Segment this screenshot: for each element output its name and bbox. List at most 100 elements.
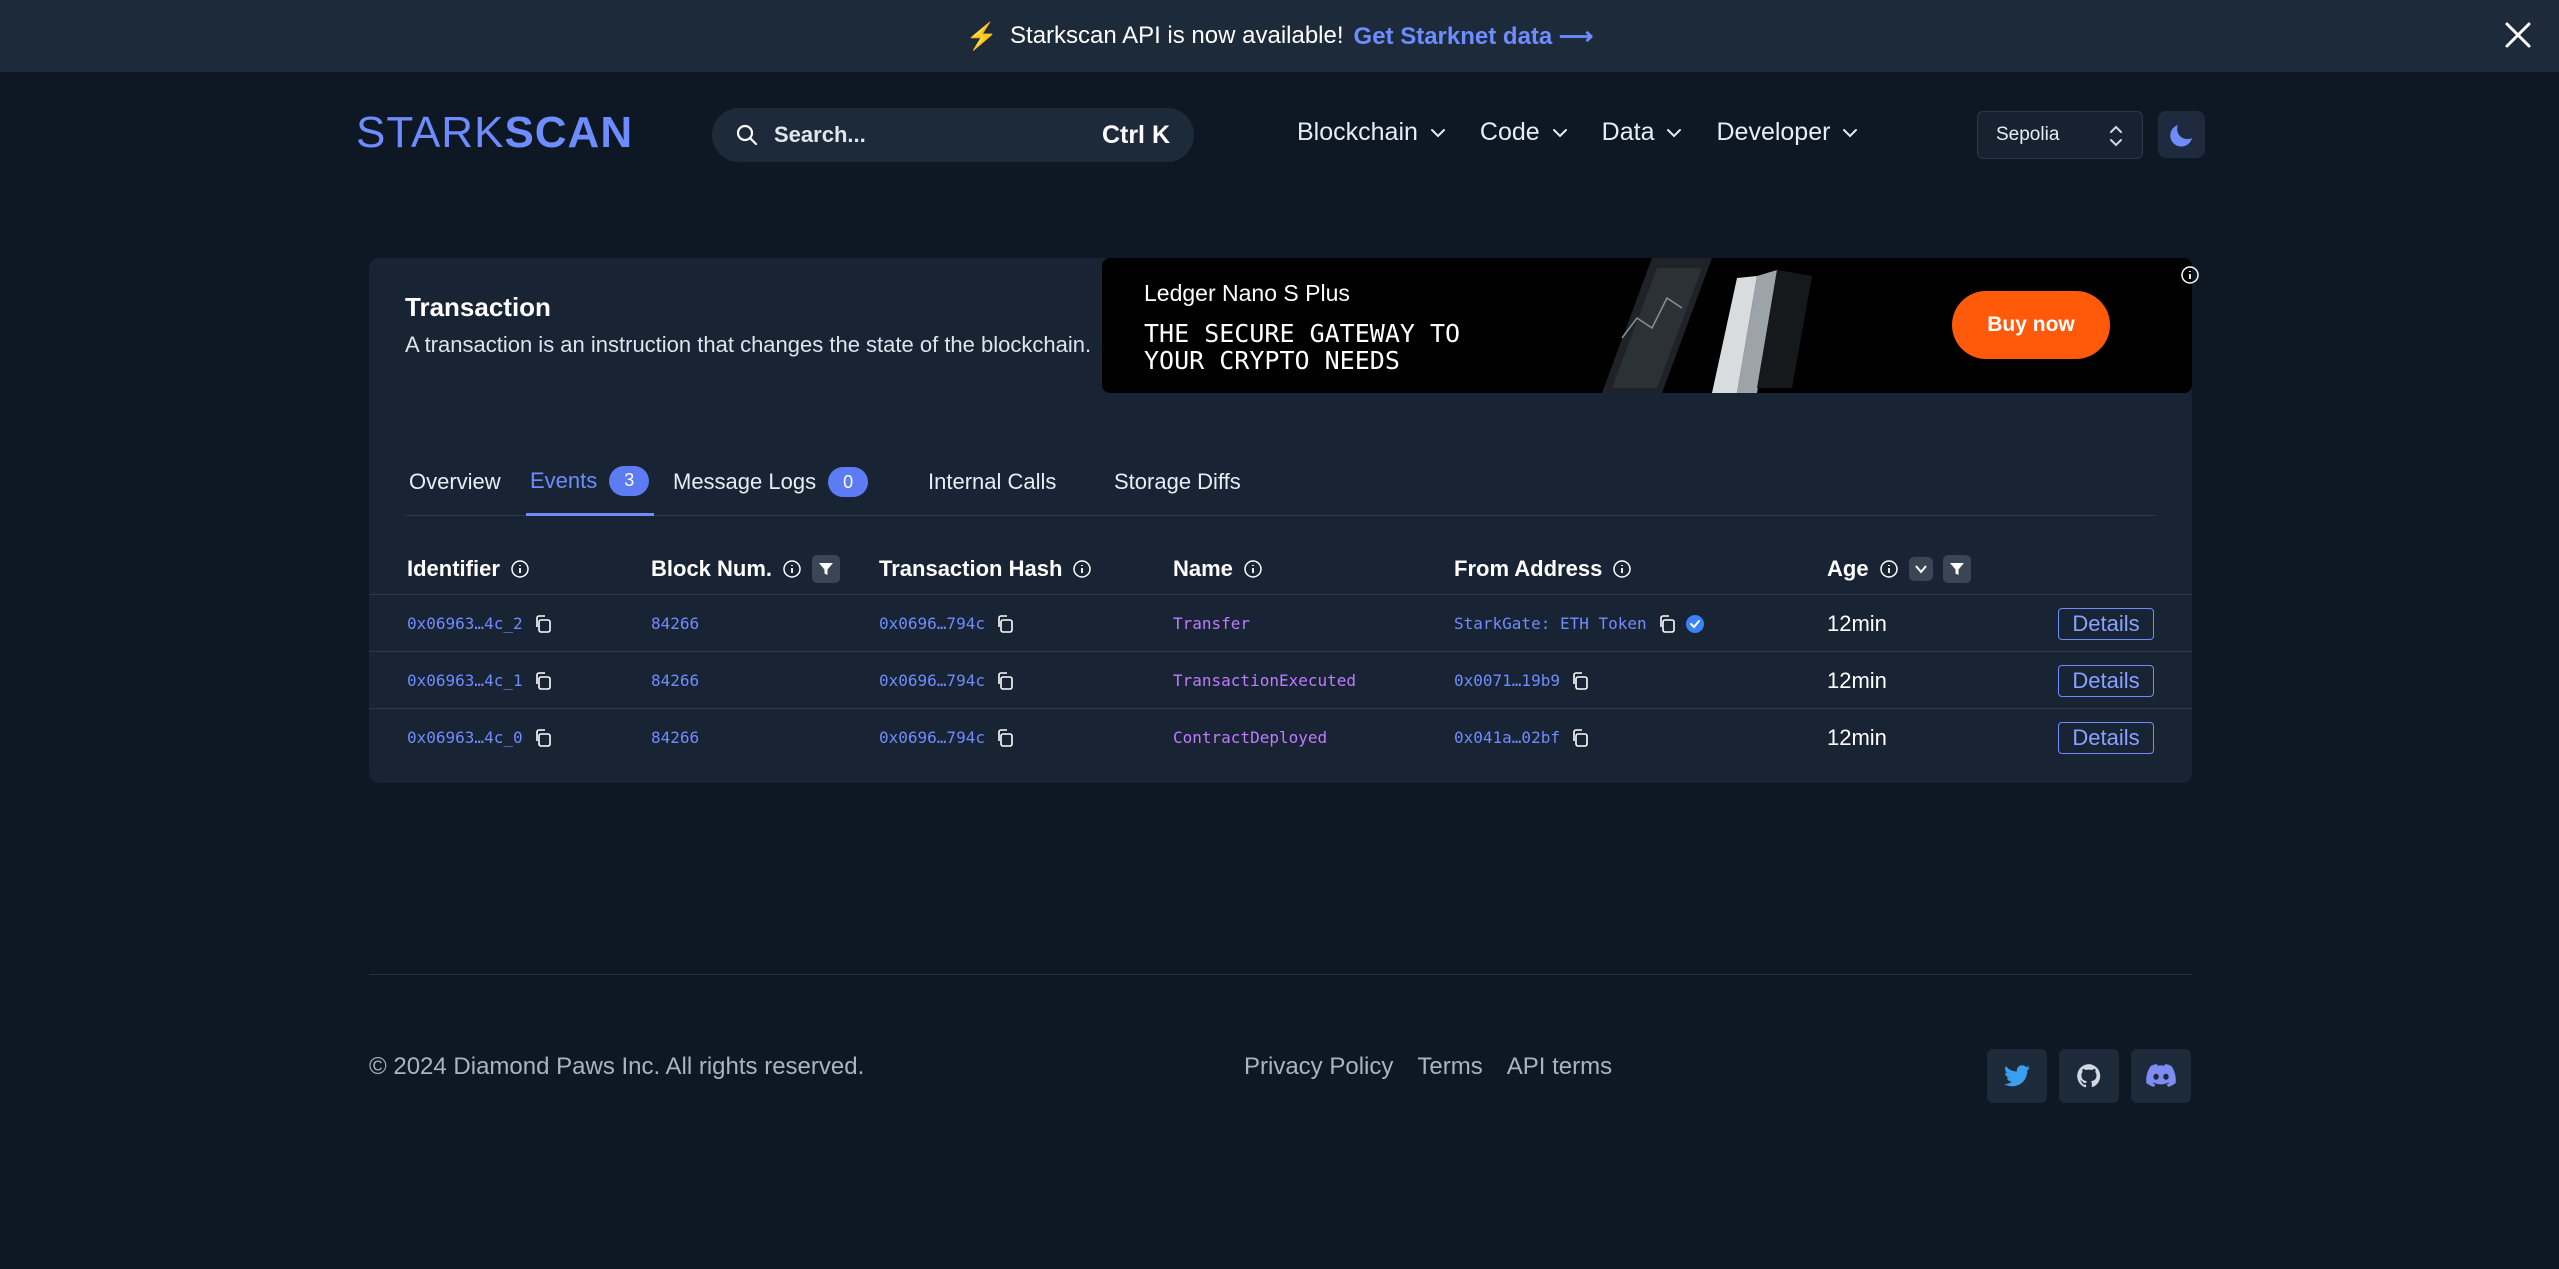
info-icon[interactable]: [1879, 559, 1899, 579]
header-from-address: From Address: [1454, 543, 1632, 595]
table-row: 0x06963…4c_1 84266 0x0696…794c TransactionE…: [369, 652, 2192, 709]
details-button[interactable]: Details: [2058, 722, 2154, 754]
events-table-header: Identifier Block Num. Transaction Hash N…: [369, 543, 2192, 595]
from-address-link[interactable]: StarkGate: ETH Token: [1454, 614, 1647, 633]
nav-label: Code: [1479, 118, 1540, 146]
main-nav: Blockchain Code Data Developer: [1297, 118, 1892, 147]
details-button[interactable]: Details: [2058, 608, 2154, 640]
tx-hash-link[interactable]: 0x0696…794c: [879, 671, 985, 690]
tab-events[interactable]: Events 3: [526, 448, 654, 516]
details-button[interactable]: Details: [2058, 665, 2154, 697]
sort-button[interactable]: [1908, 557, 1933, 581]
age-value: 12min: [1827, 610, 1887, 636]
copy-icon[interactable]: [995, 671, 1015, 691]
chevron-down-icon: [1667, 128, 1682, 137]
discord-button[interactable]: [2131, 1049, 2191, 1103]
copy-icon[interactable]: [1570, 671, 1590, 691]
page-title: Transaction: [405, 292, 551, 322]
info-icon[interactable]: [1612, 559, 1632, 579]
logo-text-bold: SCAN: [504, 108, 634, 157]
header-label: Block Num.: [651, 556, 773, 581]
ad-product: Ledger Nano S Plus: [1144, 280, 1350, 306]
api-terms-link[interactable]: API terms: [1507, 1053, 1612, 1081]
filter-icon: [819, 563, 834, 575]
verified-icon: [1685, 614, 1704, 633]
identifier-cell: 0x06963…4c_2: [407, 595, 553, 652]
count-badge: 0: [828, 467, 869, 497]
page-description: A transaction is an instruction that cha…: [405, 332, 1092, 357]
filter-button[interactable]: [1942, 555, 1971, 583]
from-address-cell: 0x041a…02bf: [1454, 709, 1590, 766]
nav-data[interactable]: Data: [1602, 118, 1685, 147]
tab-overview[interactable]: Overview: [405, 448, 505, 516]
discord-icon: [2146, 1064, 2176, 1087]
copy-icon[interactable]: [995, 614, 1015, 634]
copy-icon[interactable]: [995, 728, 1015, 748]
tab-storage-diffs[interactable]: Storage Diffs: [1114, 448, 1241, 516]
tab-message-logs[interactable]: Message Logs 0: [673, 448, 869, 516]
block-link[interactable]: 84266: [651, 595, 699, 652]
identifier-link[interactable]: 0x06963…4c_0: [407, 728, 523, 747]
nav-developer[interactable]: Developer: [1716, 118, 1860, 147]
copy-icon[interactable]: [533, 614, 553, 634]
age-value: 12min: [1827, 724, 1887, 750]
network-select[interactable]: Sepolia: [1977, 111, 2143, 159]
close-icon[interactable]: [2501, 18, 2535, 52]
copy-icon[interactable]: [1570, 728, 1590, 748]
copy-icon[interactable]: [533, 671, 553, 691]
tx-hash-link[interactable]: 0x0696…794c: [879, 614, 985, 633]
table-row: 0x06963…4c_0 84266 0x0696…794c ContractDepl…: [369, 709, 2192, 766]
nav-code[interactable]: Code: [1480, 118, 1570, 147]
info-icon[interactable]: [782, 559, 802, 579]
github-icon: [2077, 1064, 2101, 1088]
identifier-cell: 0x06963…4c_0: [407, 709, 553, 766]
transaction-card: Transaction A transaction is an instruct…: [369, 258, 2199, 783]
search-input[interactable]: Search... Ctrl K: [712, 108, 1194, 162]
from-address-cell: 0x0071…19b9: [1454, 652, 1590, 709]
identifier-link[interactable]: 0x06963…4c_1: [407, 671, 523, 690]
tx-hash-link[interactable]: 0x0696…794c: [879, 728, 985, 747]
nav-blockchain[interactable]: Blockchain: [1297, 118, 1448, 147]
footer-divider: [369, 974, 2192, 975]
table-row: 0x06963…4c_2 84266 0x0696…794c Transfer Star…: [369, 595, 2192, 652]
theme-toggle-button[interactable]: [2158, 111, 2205, 158]
tab-internal-calls[interactable]: Internal Calls: [928, 448, 1056, 516]
block-link[interactable]: 84266: [651, 709, 699, 766]
identifier-link[interactable]: 0x06963…4c_2: [407, 614, 523, 633]
info-icon[interactable]: [2179, 264, 2201, 286]
copyright: © 2024 Diamond Paws Inc. All rights rese…: [369, 1053, 865, 1080]
tab-label: Overview: [409, 469, 501, 494]
starkscan-logo[interactable]: STARKSCAN: [356, 108, 633, 158]
nav-label: Developer: [1716, 118, 1831, 146]
terms-link[interactable]: Terms: [1417, 1053, 1482, 1081]
header-block-num: Block Num.: [651, 543, 841, 595]
tab-label: Storage Diffs: [1114, 469, 1241, 494]
twitter-button[interactable]: [1987, 1049, 2047, 1103]
from-address-link[interactable]: 0x041a…02bf: [1454, 728, 1560, 747]
tab-label: Message Logs: [673, 469, 817, 494]
tx-hash-cell: 0x0696…794c: [879, 709, 1015, 766]
block-link[interactable]: 84266: [651, 652, 699, 709]
banner-cta-link[interactable]: Get Starknet data ⟶: [1354, 22, 1594, 51]
network-value: Sepolia: [1996, 124, 2060, 145]
filter-button[interactable]: [812, 555, 841, 583]
ad-banner[interactable]: Ledger Nano S Plus THE SECURE GATEWAY TO…: [1102, 258, 2192, 393]
info-icon[interactable]: [1072, 559, 1092, 579]
privacy-policy-link[interactable]: Privacy Policy: [1244, 1053, 1393, 1081]
from-address-link[interactable]: 0x0071…19b9: [1454, 671, 1560, 690]
info-icon[interactable]: [1243, 559, 1263, 579]
count-badge: 3: [609, 465, 650, 496]
buy-now-button[interactable]: Buy now: [1952, 291, 2110, 359]
search-placeholder: Search...: [774, 122, 866, 147]
copy-icon[interactable]: [1657, 614, 1677, 634]
logo-text-light: STARK: [356, 108, 505, 157]
github-button[interactable]: [2059, 1049, 2119, 1103]
copy-icon[interactable]: [533, 728, 553, 748]
nav-label: Data: [1601, 118, 1655, 146]
header-label: Name: [1173, 556, 1233, 581]
twitter-icon: [2004, 1065, 2030, 1087]
info-icon[interactable]: [510, 559, 530, 579]
header-label: Age: [1827, 556, 1869, 581]
announcement-banner: ⚡ Starkscan API is now available! Get St…: [0, 0, 2559, 72]
search-shortcut: Ctrl K: [1101, 120, 1170, 149]
